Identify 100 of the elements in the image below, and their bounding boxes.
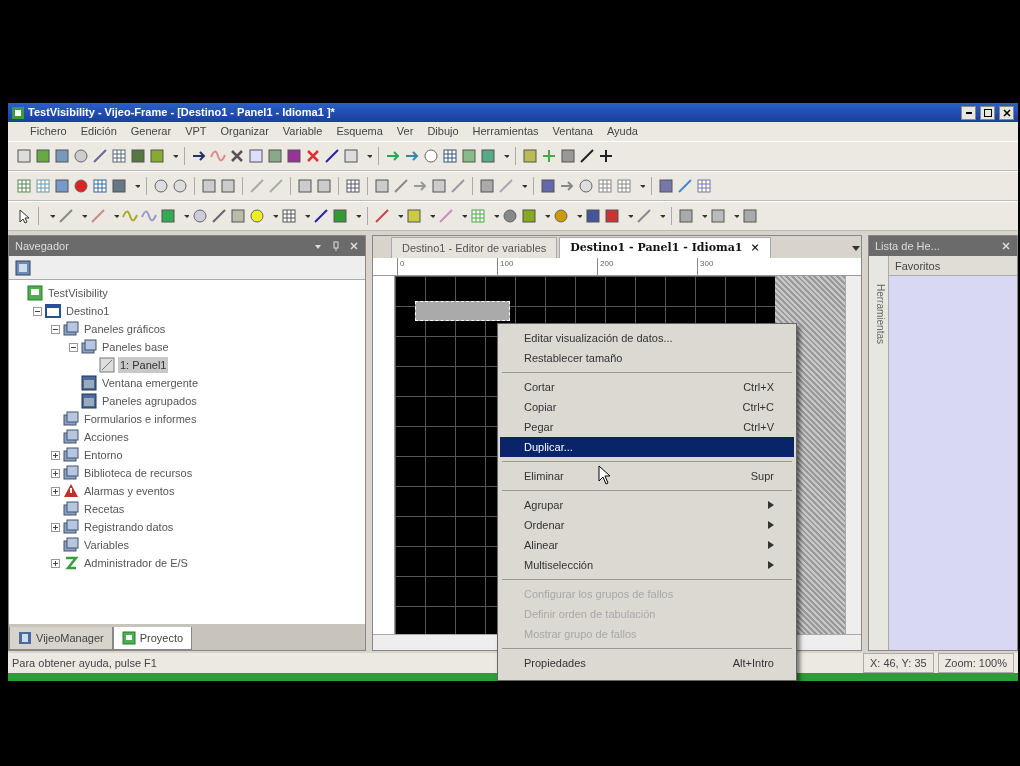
- pin-icon[interactable]: [331, 241, 341, 251]
- square-icon[interactable]: [461, 148, 477, 164]
- square-icon[interactable]: [560, 148, 576, 164]
- wave-icon[interactable]: [141, 208, 157, 224]
- menu-item[interactable]: Fichero: [30, 123, 67, 140]
- square-icon[interactable]: [585, 208, 601, 224]
- square-icon[interactable]: [522, 148, 538, 164]
- tree-item[interactable]: Paneles agrupados: [100, 392, 199, 410]
- tree-item[interactable]: Acciones: [82, 428, 131, 446]
- grid-icon[interactable]: [281, 208, 297, 224]
- collapse-icon[interactable]: [33, 306, 42, 316]
- square-icon[interactable]: [480, 148, 496, 164]
- menu-item[interactable]: Ordenar: [500, 515, 794, 535]
- pointer-icon[interactable]: [16, 208, 32, 224]
- square-icon[interactable]: [220, 178, 236, 194]
- square-icon[interactable]: [604, 208, 620, 224]
- circle-icon[interactable]: [553, 208, 569, 224]
- menu-item[interactable]: Generar: [130, 123, 172, 140]
- square-icon[interactable]: [286, 148, 302, 164]
- cross-icon[interactable]: [229, 148, 245, 164]
- square-icon[interactable]: [130, 148, 146, 164]
- tree-item[interactable]: 1: Panel1: [118, 356, 169, 374]
- circle-icon[interactable]: [73, 178, 89, 194]
- grid-icon[interactable]: [92, 178, 108, 194]
- editor-tab[interactable]: Destino1 - Editor de variables: [391, 236, 558, 258]
- line-icon[interactable]: [324, 148, 340, 164]
- square-icon[interactable]: [35, 148, 51, 164]
- grid-icon[interactable]: [442, 148, 458, 164]
- tree-item[interactable]: Administrador de E/S: [82, 554, 190, 572]
- circle-icon[interactable]: [73, 148, 89, 164]
- panel-tab[interactable]: Proyecto: [112, 626, 193, 650]
- grid-icon[interactable]: [597, 178, 613, 194]
- menu-item[interactable]: Propiedades Alt+Intro: [500, 653, 794, 673]
- panel-tab[interactable]: VijeoManager: [9, 626, 113, 650]
- line-icon[interactable]: [579, 148, 595, 164]
- tree-item[interactable]: Alarmas y eventos: [82, 482, 177, 500]
- square-icon[interactable]: [201, 178, 217, 194]
- square-icon[interactable]: [374, 178, 390, 194]
- grid-icon[interactable]: [345, 178, 361, 194]
- tree-item[interactable]: Destino1: [64, 302, 112, 320]
- expand-icon[interactable]: [51, 486, 60, 496]
- square-icon[interactable]: [540, 178, 556, 194]
- square-icon[interactable]: [479, 178, 495, 194]
- tree-item[interactable]: Paneles base: [100, 338, 171, 356]
- square-icon[interactable]: [658, 178, 674, 194]
- side-tab[interactable]: Herramientas: [869, 256, 889, 650]
- square-icon[interactable]: [521, 208, 537, 224]
- maximize-button[interactable]: [980, 105, 995, 120]
- menu-item[interactable]: Pegar Ctrl+V: [500, 417, 794, 437]
- plus-icon[interactable]: [598, 148, 614, 164]
- close-button[interactable]: [999, 105, 1014, 120]
- circle-icon[interactable]: [153, 178, 169, 194]
- menu-item[interactable]: Edición: [80, 123, 117, 140]
- menu-item[interactable]: Multiselección: [500, 555, 794, 575]
- square-icon[interactable]: [332, 208, 348, 224]
- dropdown-arrow-icon[interactable]: [851, 243, 861, 253]
- tree-item[interactable]: Variables: [82, 536, 132, 554]
- tree-item[interactable]: Entorno: [82, 446, 125, 464]
- menu-item[interactable]: Restablecer tamaño: [500, 348, 794, 368]
- tree-item[interactable]: TestVisibility: [46, 284, 110, 302]
- circle-icon[interactable]: [172, 178, 188, 194]
- square-icon[interactable]: [54, 148, 70, 164]
- close-button[interactable]: ×: [750, 240, 760, 254]
- collapse-icon[interactable]: [51, 324, 60, 334]
- square-icon[interactable]: [316, 178, 332, 194]
- menu-item[interactable]: Ayuda: [606, 123, 638, 140]
- menu-item[interactable]: Ver: [396, 123, 414, 140]
- circle-icon[interactable]: [502, 208, 518, 224]
- grid-icon[interactable]: [696, 178, 712, 194]
- vertical-scrollbar[interactable]: [845, 276, 861, 634]
- square-icon[interactable]: [230, 208, 246, 224]
- menu-item[interactable]: Cortar Ctrl+X: [500, 377, 794, 397]
- menu-item[interactable]: Editar visualización de datos...: [500, 328, 794, 348]
- menu-item[interactable]: Agrupar: [500, 495, 794, 515]
- menu-item[interactable]: Copiar Ctrl+C: [500, 397, 794, 417]
- menu-item[interactable]: Herramientas: [472, 123, 539, 140]
- menu-item[interactable]: Esquema: [336, 123, 383, 140]
- tree-item[interactable]: Registrando datos: [82, 518, 176, 536]
- square-icon[interactable]: [111, 178, 127, 194]
- circle-icon[interactable]: [423, 148, 439, 164]
- grid-icon[interactable]: [16, 178, 32, 194]
- tree-item[interactable]: Recetas: [82, 500, 127, 518]
- expand-icon[interactable]: [51, 450, 60, 460]
- square-icon[interactable]: [267, 148, 283, 164]
- square-icon[interactable]: [160, 208, 176, 224]
- editor-tab[interactable]: Destino1 - Panel1 - Idioma1 ×: [559, 236, 771, 258]
- cross-icon[interactable]: [305, 148, 321, 164]
- menu-item[interactable]: Duplicar...: [500, 437, 794, 457]
- square-icon[interactable]: [149, 148, 165, 164]
- minimize-button[interactable]: [961, 105, 976, 120]
- circle-icon[interactable]: [578, 178, 594, 194]
- expand-icon[interactable]: [51, 522, 60, 532]
- tree-item[interactable]: Ventana emergente: [100, 374, 201, 392]
- grid-icon[interactable]: [35, 178, 51, 194]
- expand-icon[interactable]: [51, 468, 60, 478]
- menu-item[interactable]: Dibujo: [427, 123, 459, 140]
- square-icon[interactable]: [54, 178, 70, 194]
- expand-icon[interactable]: [51, 558, 60, 568]
- menu-item[interactable]: Eliminar Supr: [500, 466, 794, 486]
- properties-icon[interactable]: [15, 260, 31, 277]
